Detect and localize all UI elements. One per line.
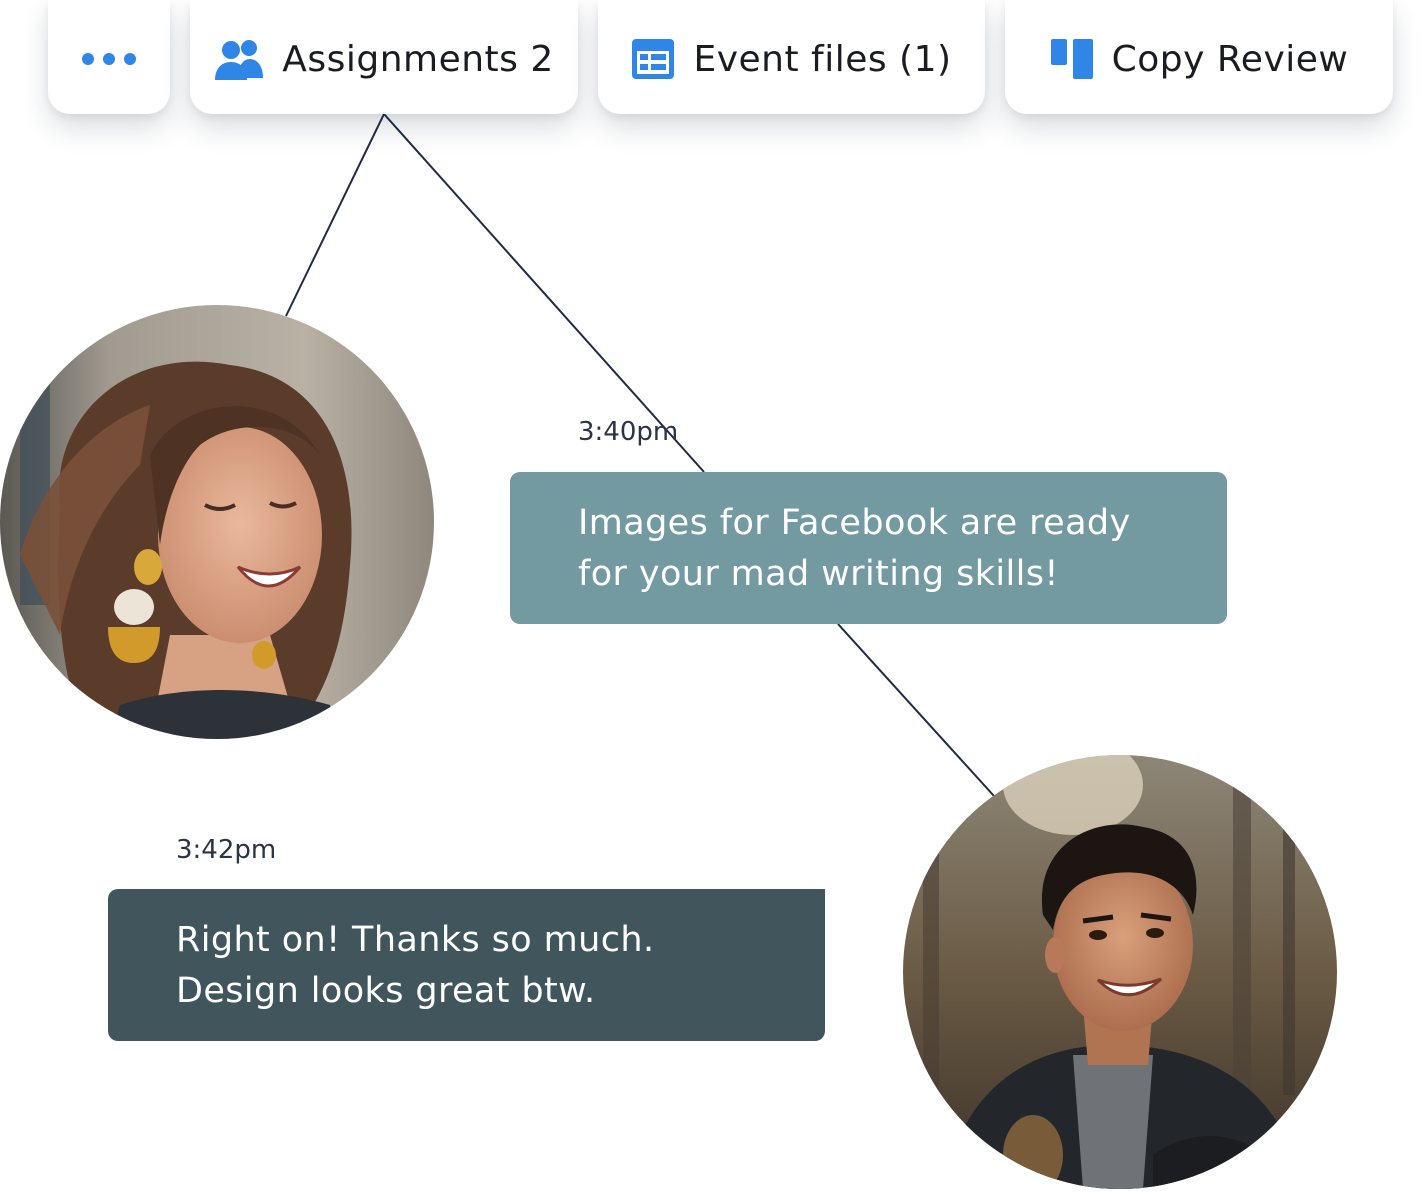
tab-assignments[interactable]: Assignments 2 — [190, 0, 578, 114]
people-icon — [214, 38, 264, 80]
tab-assignments-label: Assignments 2 — [282, 38, 554, 80]
avatar-man — [903, 755, 1337, 1189]
more-options-button[interactable] — [48, 0, 170, 114]
tab-copy-review[interactable]: Copy Review — [1005, 0, 1393, 114]
message-bubble-reply: Right on! Thanks so much. Design looks g… — [108, 889, 825, 1041]
tab-event-files-label: Event files (1) — [693, 38, 952, 80]
tab-event-files[interactable]: Event files (1) — [598, 0, 985, 114]
review-columns-icon — [1050, 38, 1094, 80]
more-dots-icon — [81, 52, 137, 66]
avatar-woman — [0, 305, 434, 739]
tab-copy-review-label: Copy Review — [1111, 38, 1349, 80]
message-timestamp: 3:40pm — [578, 417, 679, 447]
message-bubble-incoming: Images for Facebook are ready for your m… — [510, 472, 1227, 624]
calendar-grid-icon — [631, 38, 675, 80]
message-timestamp: 3:42pm — [176, 835, 277, 865]
